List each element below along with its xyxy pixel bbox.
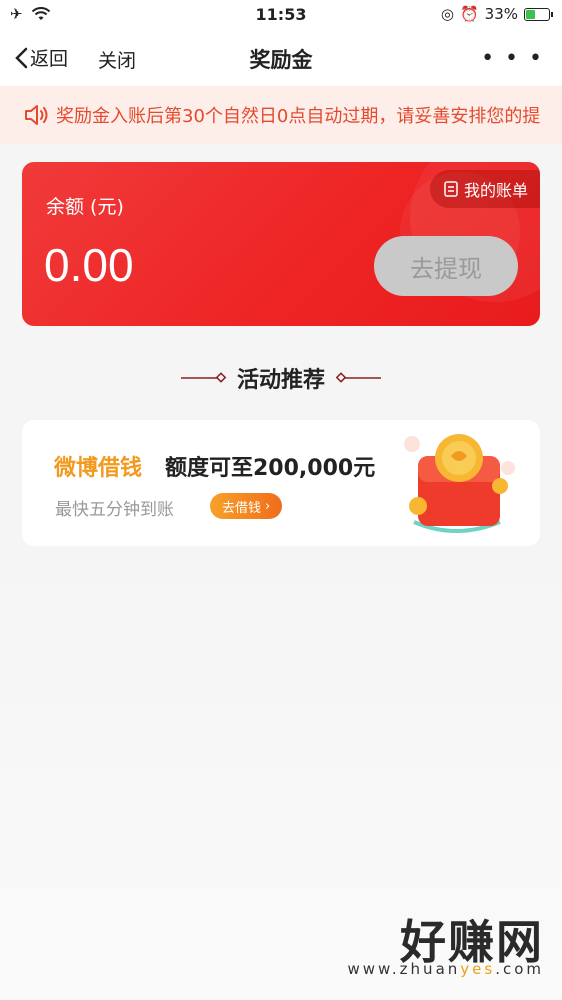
page-title: 奖励金: [249, 48, 313, 72]
my-bill-button[interactable]: 我的账单: [429, 170, 540, 208]
borrow-label: 去借钱: [222, 500, 262, 516]
watermark-url: www.zhuanyes.com: [347, 960, 544, 978]
my-bill-label: 我的账单: [463, 181, 528, 200]
withdraw-button[interactable]: 去提现: [374, 236, 518, 296]
alarm-icon: ⏰: [459, 5, 479, 23]
status-bar: ✈ 11:53 ◎ ⏰ 33%: [0, 0, 562, 30]
title-ornament-left: [180, 372, 227, 383]
chevron-right-icon: ›: [265, 498, 271, 514]
borrow-button[interactable]: 去借钱 ›: [210, 493, 283, 519]
title-ornament-right: [335, 372, 381, 383]
document-icon: [444, 181, 458, 197]
section-header: 活动推荐: [0, 362, 562, 394]
section-title: 活动推荐: [236, 368, 325, 393]
rotation-lock-icon: ◎: [440, 5, 454, 23]
promo-subtitle: 最快五分钟到账: [55, 500, 174, 520]
more-options-button[interactable]: • • •: [481, 46, 544, 71]
promo-brand: 微博借钱: [54, 456, 143, 481]
nav-bar: 返回 关闭 奖励金 • • •: [0, 30, 562, 86]
watermark-url-prefix: www.zhuan: [347, 960, 461, 978]
balance-label: 余额 (元): [46, 196, 124, 218]
promo-amount: 额度可至200,000元: [165, 456, 376, 481]
notice-text: 奖励金入账后第30个自然日0点自动过期，请妥善安排您的提: [56, 106, 541, 127]
watermark-url-suffix: .com: [495, 960, 544, 978]
red-envelope-icon: [404, 434, 515, 533]
status-right: ◎ ⏰ 33%: [440, 5, 553, 23]
site-watermark: 好赚网 www.zhuanyes.com: [344, 906, 544, 986]
battery-percent: 33%: [484, 5, 518, 23]
battery-charging-icon: [524, 7, 553, 21]
loan-promo-card[interactable]: 微博借钱 额度可至200,000元 最快五分钟到账 去借钱 ›: [22, 420, 540, 546]
notice-banner: 奖励金入账后第30个自然日0点自动过期，请妥善安排您的提: [0, 86, 562, 144]
balance-value: 0.00: [44, 239, 134, 291]
speaker-icon: [25, 105, 48, 125]
balance-card: 余额 (元) 0.00 我的账单 去提现: [22, 162, 540, 326]
watermark-url-highlight: yes: [460, 960, 496, 978]
